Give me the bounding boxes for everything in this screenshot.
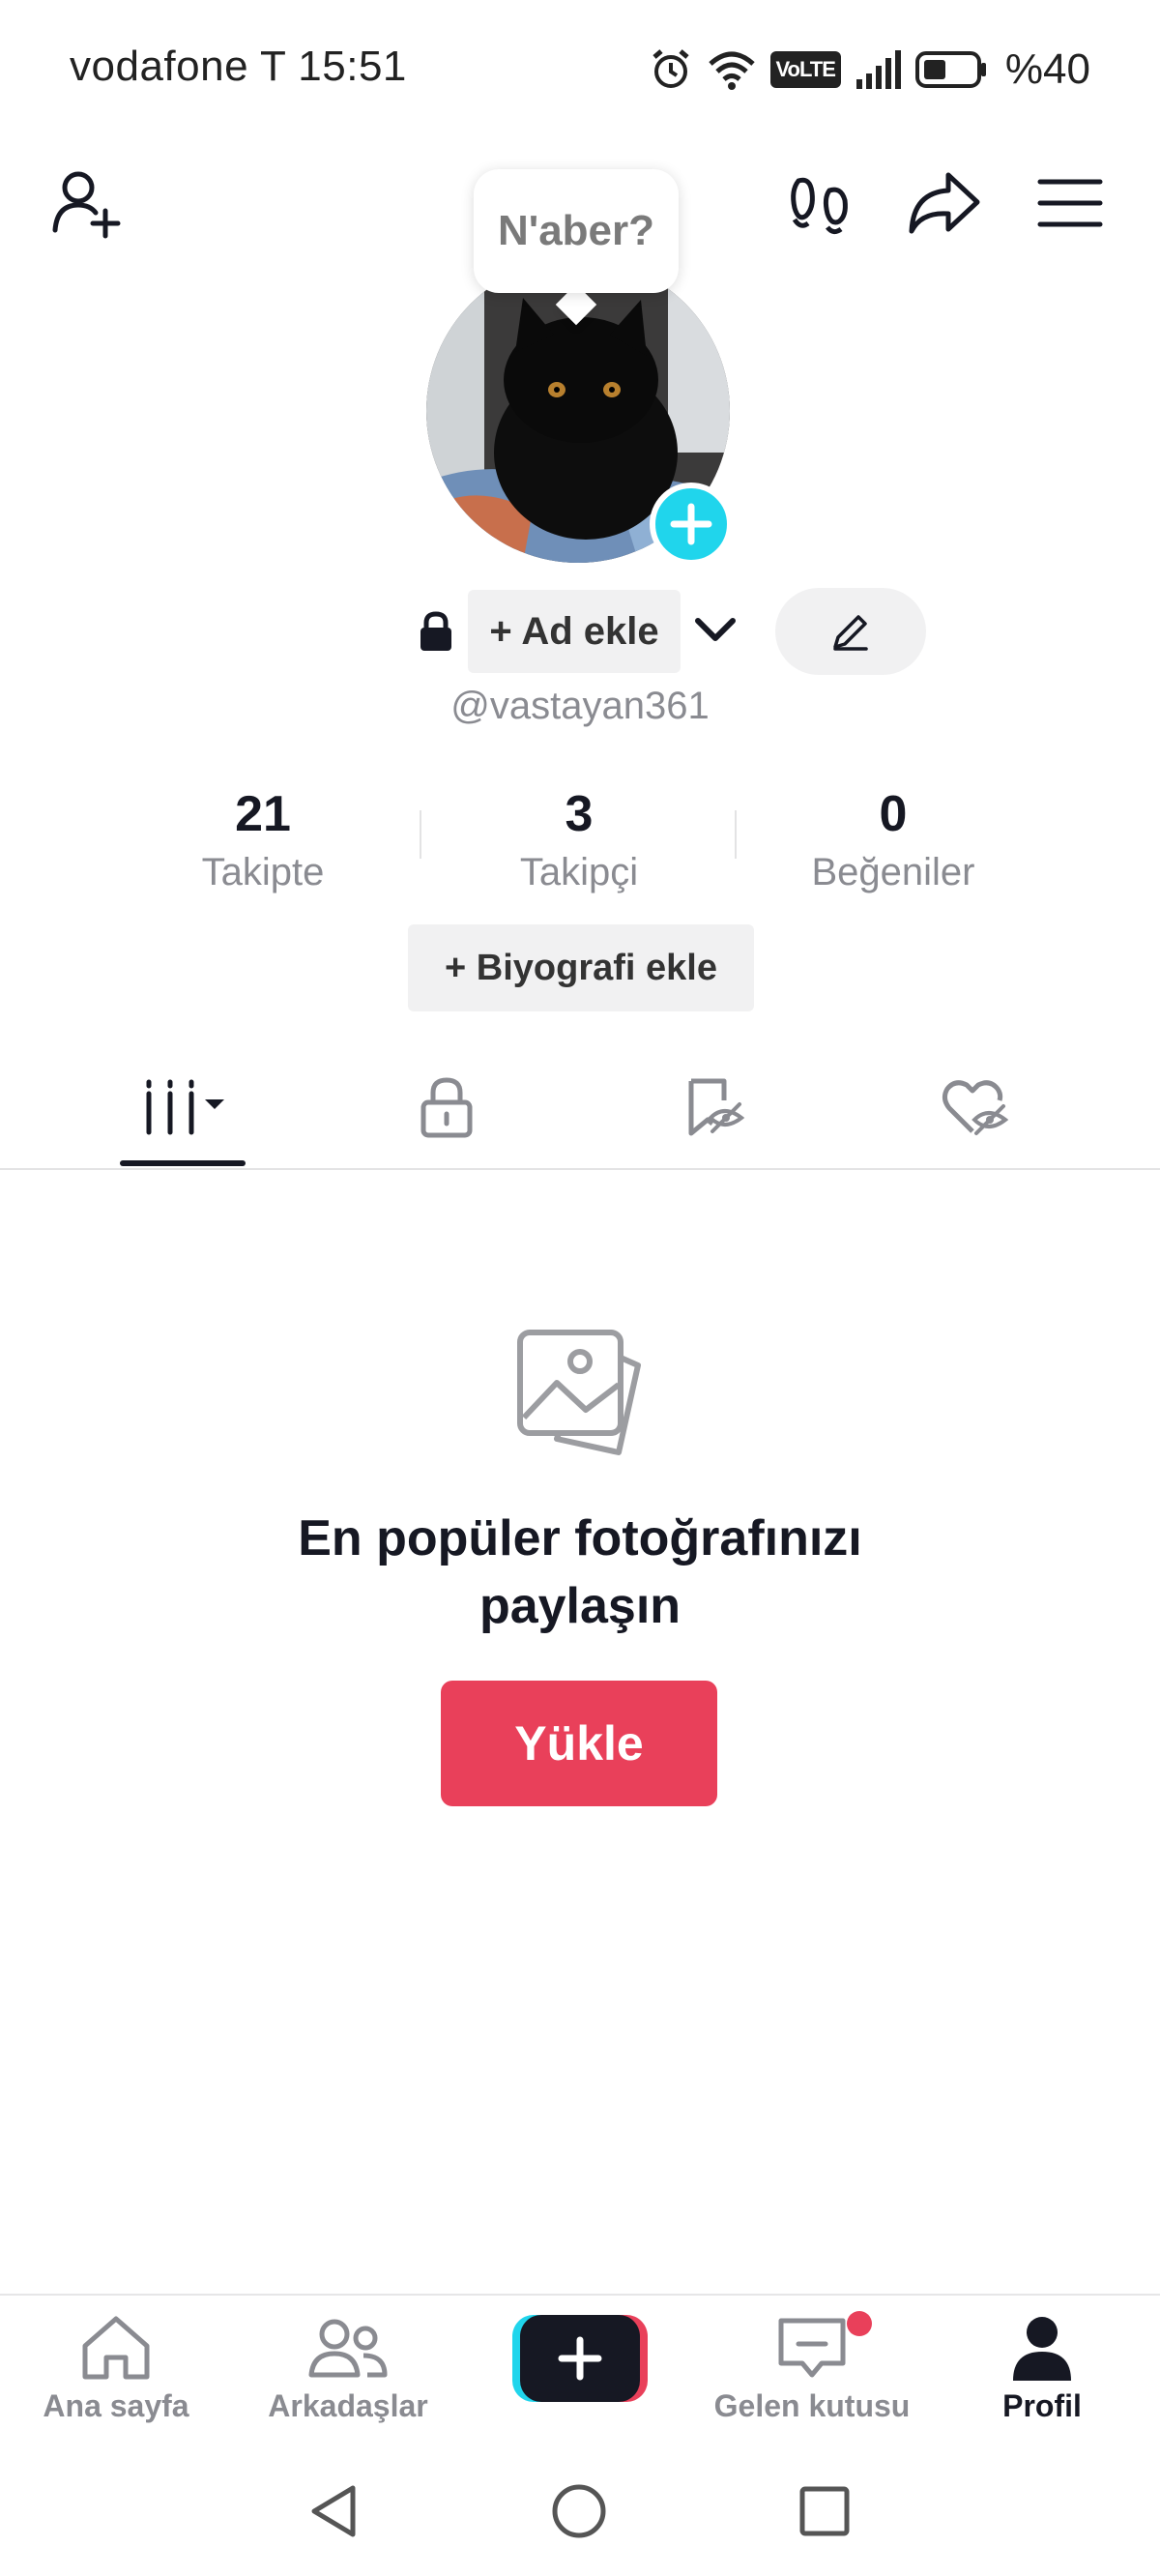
inbox-notification-dot (847, 2311, 872, 2336)
tab-videos[interactable] (97, 1064, 271, 1151)
clock: 15:51 (298, 43, 407, 90)
add-bio-button[interactable]: + Biyografi ekle (408, 924, 754, 1011)
stat-likes-value: 0 (879, 786, 908, 842)
status-carrier-time: vodafone T 15:51 (70, 43, 407, 91)
inbox-icon (778, 2318, 846, 2378)
profile-views-button[interactable] (775, 160, 862, 247)
system-recents-button[interactable] (791, 2477, 858, 2545)
nav-friends-label: Arkadaşlar (268, 2388, 428, 2423)
add-name-button[interactable]: + Ad ekle (468, 590, 681, 673)
nav-home-label: Ana sayfa (43, 2388, 189, 2423)
battery-percent: %40 (1004, 45, 1090, 93)
stat-followers[interactable]: 3 Takipçi (453, 785, 705, 894)
status-tooltip[interactable]: N'aber? (474, 169, 679, 293)
lock-icon (420, 1077, 473, 1138)
chevron-down-icon (695, 618, 736, 641)
photos-icon (510, 1325, 650, 1464)
add-avatar-button[interactable] (650, 483, 733, 566)
empty-state-title-line1: En popüler fotoğrafınızı (298, 1510, 862, 1566)
tab-private[interactable] (360, 1064, 534, 1151)
empty-state-title: En popüler fotoğrafınızı paylaşın (0, 1505, 1160, 1640)
username-handle: @vastayan361 (450, 685, 710, 727)
profile-icon (1013, 2317, 1071, 2381)
system-home-button[interactable] (545, 2477, 613, 2545)
nav-inbox-label: Gelen kutusu (713, 2388, 911, 2423)
create-plus-icon (512, 2315, 648, 2402)
add-friend-button[interactable] (44, 160, 131, 247)
stat-following-value: 21 (235, 786, 291, 842)
stat-likes-label: Beğeniler (811, 851, 975, 893)
menu-button[interactable] (1027, 160, 1114, 247)
friends-icon (308, 2319, 388, 2378)
stat-following[interactable]: 21 Takipte (137, 785, 389, 894)
stat-divider (735, 810, 737, 859)
share-profile-button[interactable] (901, 160, 988, 247)
tab-liked-hidden[interactable] (887, 1064, 1061, 1151)
stat-divider (420, 810, 421, 859)
bookmark-hidden-icon (688, 1078, 745, 1136)
nav-friends[interactable]: Arkadaşlar (242, 2313, 454, 2429)
nav-profile[interactable]: Profil (936, 2313, 1148, 2429)
heart-hidden-icon (942, 1080, 1009, 1135)
stat-following-label: Takipte (201, 851, 325, 893)
add-user-icon (52, 171, 121, 239)
private-account-lock-icon (418, 611, 454, 652)
tabs-divider (0, 1168, 1160, 1170)
recents-square-icon (799, 2486, 850, 2536)
alarm-icon (649, 47, 693, 92)
hamburger-menu-icon (1037, 179, 1103, 227)
upload-button[interactable]: Yükle (441, 1681, 717, 1806)
pencil-icon (833, 615, 868, 651)
share-icon (909, 172, 980, 234)
signal-icon (855, 50, 901, 89)
carrier-name: vodafone T (70, 43, 286, 90)
status-icons: VoLTE %40 (649, 41, 1090, 99)
back-triangle-icon (311, 2485, 356, 2537)
nav-home[interactable]: Ana sayfa (10, 2313, 222, 2429)
grid-videos-icon (146, 1079, 224, 1135)
stat-likes[interactable]: 0 Beğeniler (768, 785, 1019, 894)
create-button[interactable] (512, 2313, 648, 2404)
plus-icon (670, 503, 712, 545)
footprints-icon (791, 177, 848, 235)
active-tab-underline (120, 1160, 246, 1166)
nav-inbox[interactable]: Gelen kutusu (706, 2313, 918, 2429)
empty-state-title-line2: paylaşın (478, 1578, 682, 1634)
wifi-icon (707, 48, 757, 91)
account-switch-chevron[interactable] (694, 615, 737, 644)
stat-followers-value: 3 (565, 786, 594, 842)
nav-profile-label: Profil (1002, 2388, 1082, 2423)
system-back-button[interactable] (300, 2477, 367, 2545)
edit-profile-button[interactable] (775, 588, 926, 675)
home-icon (82, 2316, 150, 2380)
stat-followers-label: Takipçi (519, 851, 639, 893)
home-circle-icon (552, 2484, 606, 2538)
tab-saved-hidden[interactable] (626, 1064, 800, 1151)
volte-badge: VoLTE (769, 51, 841, 88)
battery-icon (914, 50, 988, 89)
bottom-nav-divider (0, 2294, 1160, 2296)
